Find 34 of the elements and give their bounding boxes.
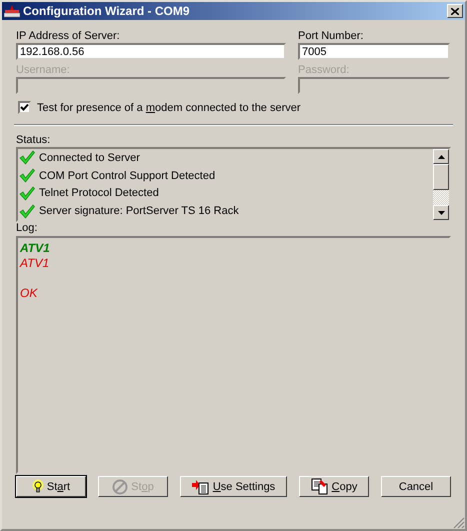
status-text: COM Port Control Support Detected [39, 170, 216, 182]
scrollbar-thumb[interactable] [433, 164, 449, 190]
scrollbar-track[interactable] [433, 190, 449, 205]
log-line: ATV1 [20, 256, 50, 271]
down-arrow-icon [438, 210, 444, 214]
field-label: Port Number: [298, 30, 364, 42]
close-button[interactable] [447, 4, 463, 18]
log-line: OK [20, 285, 39, 301]
status-text: Telnet Protocol Detected [39, 187, 159, 200]
field-label: IP Address of Server: [16, 30, 121, 42]
document-arrow-icon [192, 478, 210, 494]
log-label: Log: [16, 222, 38, 234]
scroll-down-button[interactable] [433, 205, 449, 220]
app-icon [4, 4, 20, 18]
checkbox-label: Test for presence of a modem connected to the server [37, 102, 301, 114]
scroll-up-button[interactable] [433, 149, 449, 164]
dialog-button[interactable]: Use Settings [180, 476, 287, 497]
resize-grip-icon[interactable] [453, 517, 465, 529]
up-arrow-icon [438, 154, 444, 158]
cancel-button[interactable]: Cancel [381, 476, 451, 497]
status-text: Connected to Server [39, 152, 140, 164]
dialog-button[interactable]: Start [16, 476, 86, 497]
status-label: Status: [16, 134, 52, 146]
light-bulb-icon [32, 478, 44, 494]
checkbox[interactable] [18, 101, 31, 114]
status-text: Server signature: PortServer TS 16 Rack [39, 205, 239, 218]
copy-icon [310, 478, 329, 495]
ip-address-field[interactable]: 192.168.0.56 [16, 43, 286, 60]
close-icon [451, 8, 459, 14]
stop-icon [112, 478, 128, 494]
window-title: Configuration Wizard - COM9 [23, 4, 191, 18]
port-number-field[interactable]: 7005 [298, 43, 450, 60]
log-line: ATV1 [20, 241, 51, 256]
dialog-button[interactable]: Copy [299, 476, 369, 497]
